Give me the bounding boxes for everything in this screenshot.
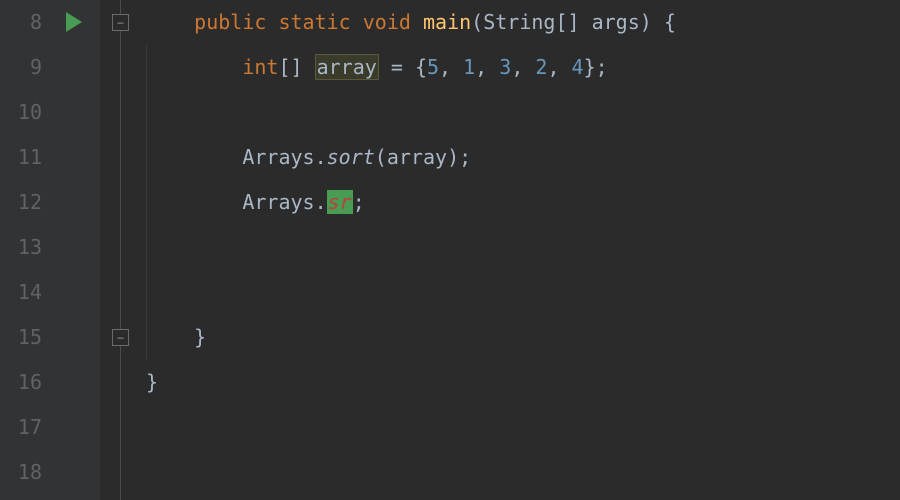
run-gutter-icon[interactable] — [66, 12, 82, 32]
line-number: 8 — [0, 0, 42, 45]
class-ref: Arrays — [242, 145, 314, 169]
brace: { — [415, 55, 427, 79]
line-number: 11 — [0, 135, 42, 180]
punctuation: ; — [353, 190, 365, 214]
gutter-icon-column — [56, 0, 100, 500]
punctuation: ( — [471, 10, 483, 34]
line-number: 17 — [0, 405, 42, 450]
keyword: static — [278, 10, 350, 34]
fold-guide-line — [120, 0, 121, 500]
punctuation: ; — [459, 145, 471, 169]
line-number: 10 — [0, 90, 42, 135]
code-line[interactable]: public static void main(String[] args) { — [146, 0, 900, 45]
static-method: sort — [327, 145, 375, 169]
line-number: 15 — [0, 315, 42, 360]
number-literal: 4 — [572, 55, 584, 79]
param-name: args — [592, 10, 640, 34]
code-line[interactable] — [146, 90, 900, 135]
punctuation: . — [315, 190, 327, 214]
punctuation: , — [475, 55, 499, 79]
number-literal: 1 — [463, 55, 475, 79]
code-line[interactable]: } — [146, 315, 900, 360]
class-ref: Arrays — [242, 190, 314, 214]
line-number: 14 — [0, 270, 42, 315]
line-number: 9 — [0, 45, 42, 90]
line-number: 13 — [0, 225, 42, 270]
type-name: String — [483, 10, 555, 34]
code-line[interactable] — [146, 225, 900, 270]
indent-guide — [146, 45, 147, 360]
keyword: void — [363, 10, 411, 34]
code-editor[interactable]: 8 9 10 11 12 13 14 15 16 17 18 public st… — [0, 0, 900, 500]
line-number: 18 — [0, 450, 42, 495]
variable-ref: array — [387, 145, 447, 169]
brace: } — [146, 370, 158, 394]
code-line[interactable] — [146, 450, 900, 495]
fold-toggle-icon[interactable] — [112, 329, 129, 346]
line-number: 12 — [0, 180, 42, 225]
punctuation: = — [379, 55, 415, 79]
punctuation: , — [547, 55, 571, 79]
brace: } — [584, 55, 596, 79]
error-highlight: sr — [327, 190, 353, 214]
error-token: sr — [328, 190, 352, 214]
brace: { — [664, 10, 676, 34]
code-line[interactable]: int[] array = {5, 1, 3, 2, 4}; — [146, 45, 900, 90]
code-line[interactable] — [146, 270, 900, 315]
code-area[interactable]: public static void main(String[] args) {… — [140, 0, 900, 500]
type-keyword: int — [242, 55, 278, 79]
punctuation: , — [439, 55, 463, 79]
method-name: main — [423, 10, 471, 34]
line-number-gutter: 8 9 10 11 12 13 14 15 16 17 18 — [0, 0, 56, 500]
punctuation: ) — [640, 10, 652, 34]
punctuation: . — [315, 145, 327, 169]
fold-toggle-icon[interactable] — [112, 14, 129, 31]
code-line[interactable] — [146, 405, 900, 450]
variable-highlight: array — [315, 54, 379, 80]
number-literal: 3 — [499, 55, 511, 79]
punctuation: [] — [278, 55, 302, 79]
number-literal: 5 — [427, 55, 439, 79]
punctuation: [] — [555, 10, 579, 34]
number-literal: 2 — [535, 55, 547, 79]
punctuation: ( — [375, 145, 387, 169]
keyword: public — [194, 10, 266, 34]
punctuation: ) — [447, 145, 459, 169]
fold-column — [100, 0, 140, 500]
punctuation: , — [511, 55, 535, 79]
code-line[interactable]: Arrays.sort(array); — [146, 135, 900, 180]
code-line[interactable]: } — [146, 360, 900, 405]
punctuation: ; — [596, 55, 608, 79]
line-number: 16 — [0, 360, 42, 405]
brace: } — [194, 325, 206, 349]
code-line[interactable]: Arrays.sr; — [146, 180, 900, 225]
